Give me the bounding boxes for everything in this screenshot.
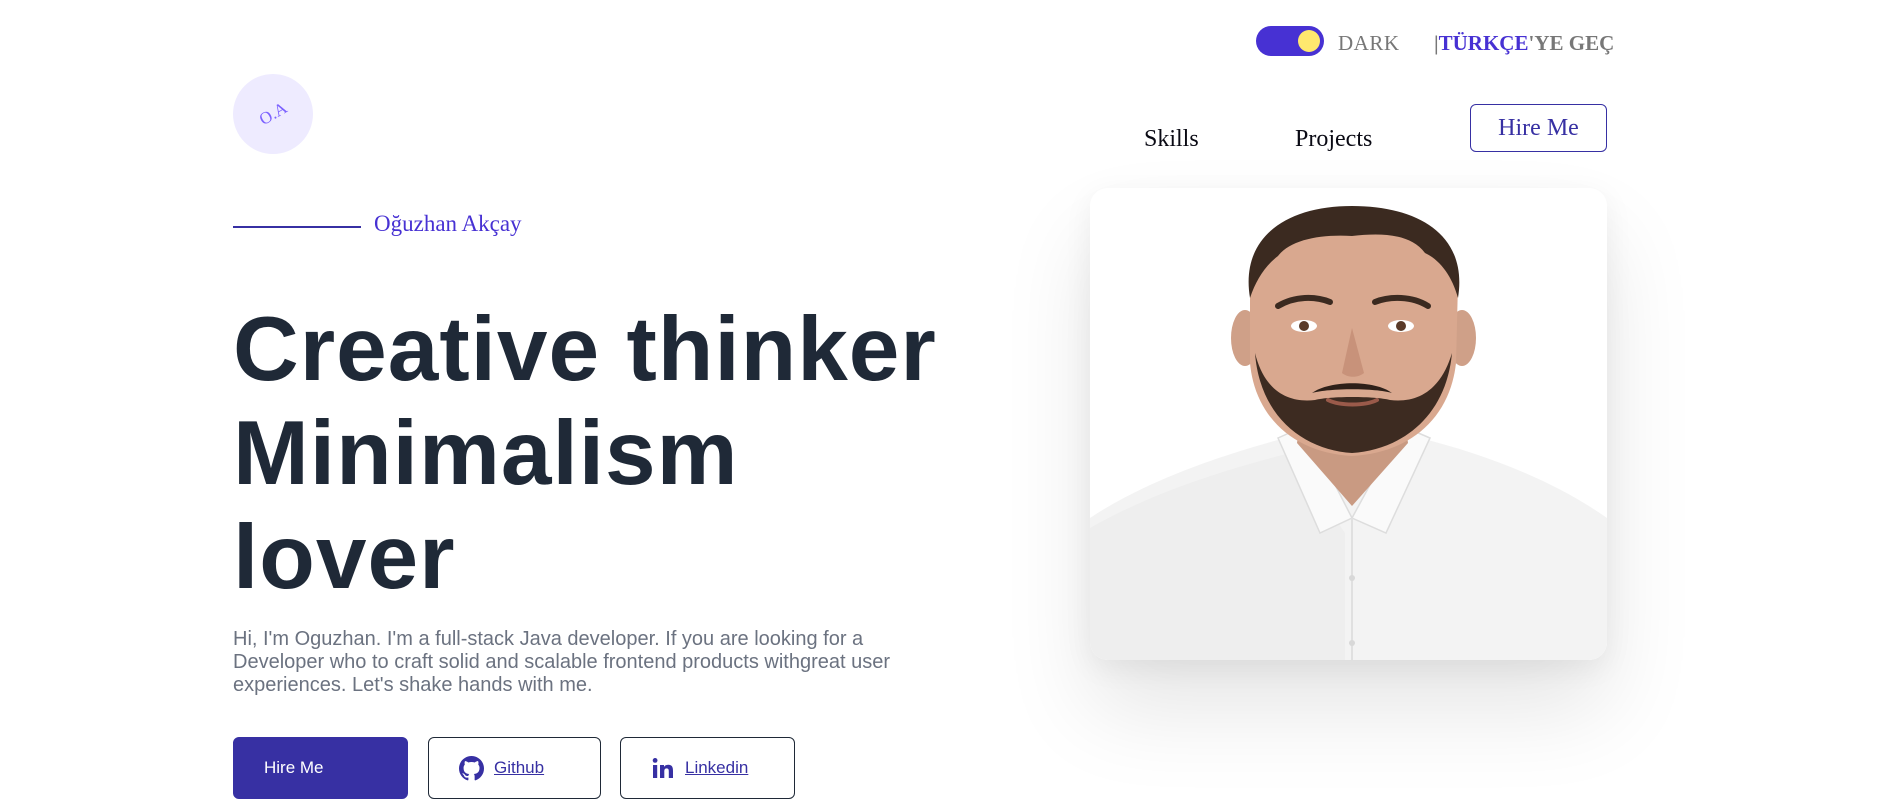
logo-initials: O.A — [255, 98, 290, 129]
hero-headline: Creative thinker Minimalism lover — [233, 298, 953, 610]
linkedin-icon — [651, 756, 675, 780]
name-divider — [233, 226, 361, 228]
profile-photo — [1090, 188, 1607, 660]
nav-skills-link[interactable]: Skills — [1144, 126, 1199, 153]
profile-portrait-illustration — [1090, 188, 1607, 660]
github-icon — [459, 755, 484, 781]
toggle-knob-icon — [1298, 30, 1320, 52]
logo[interactable]: O.A — [233, 74, 313, 154]
language-accent: TÜRKÇE — [1438, 31, 1529, 55]
language-switch-link[interactable]: |TÜRKÇE'YE GEÇ — [1434, 31, 1614, 56]
dark-mode-label: DARK — [1338, 31, 1400, 55]
hero-name: Oğuzhan Akçay — [374, 211, 522, 236]
hire-me-button[interactable]: Hire Me — [233, 737, 408, 799]
headline-line-2: Minimalism — [233, 403, 739, 504]
linkedin-button[interactable]: Linkedin — [620, 737, 795, 799]
hero-intro: Hi, I'm Oguzhan. I'm a full-stack Java d… — [233, 628, 891, 696]
linkedin-button-label: Linkedin — [685, 758, 749, 777]
language-suffix: 'YE GEÇ — [1528, 31, 1615, 55]
nav-projects-link[interactable]: Projects — [1295, 126, 1372, 153]
dark-mode-toggle[interactable] — [1256, 26, 1324, 56]
github-button-label: Github — [494, 758, 545, 777]
github-button[interactable]: Github — [428, 737, 601, 799]
header-hire-me-button[interactable]: Hire Me — [1470, 104, 1607, 152]
hire-me-button-label: Hire Me — [264, 758, 324, 777]
headline-line-3: lover — [233, 507, 456, 608]
headline-line-1: Creative thinker — [233, 299, 937, 400]
